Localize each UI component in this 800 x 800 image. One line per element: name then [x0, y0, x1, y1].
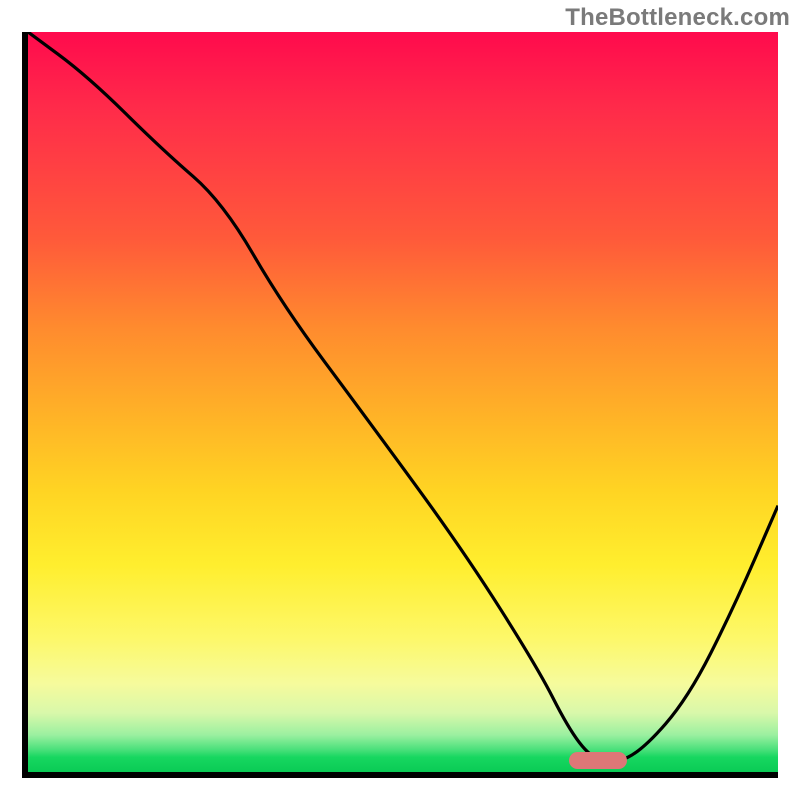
- curve-path: [28, 32, 778, 762]
- plot-area: [22, 32, 778, 778]
- chart-container: TheBottleneck.com: [0, 0, 800, 800]
- attribution-text: TheBottleneck.com: [565, 4, 790, 32]
- bottleneck-curve: [28, 32, 778, 772]
- optimal-marker: [569, 752, 627, 769]
